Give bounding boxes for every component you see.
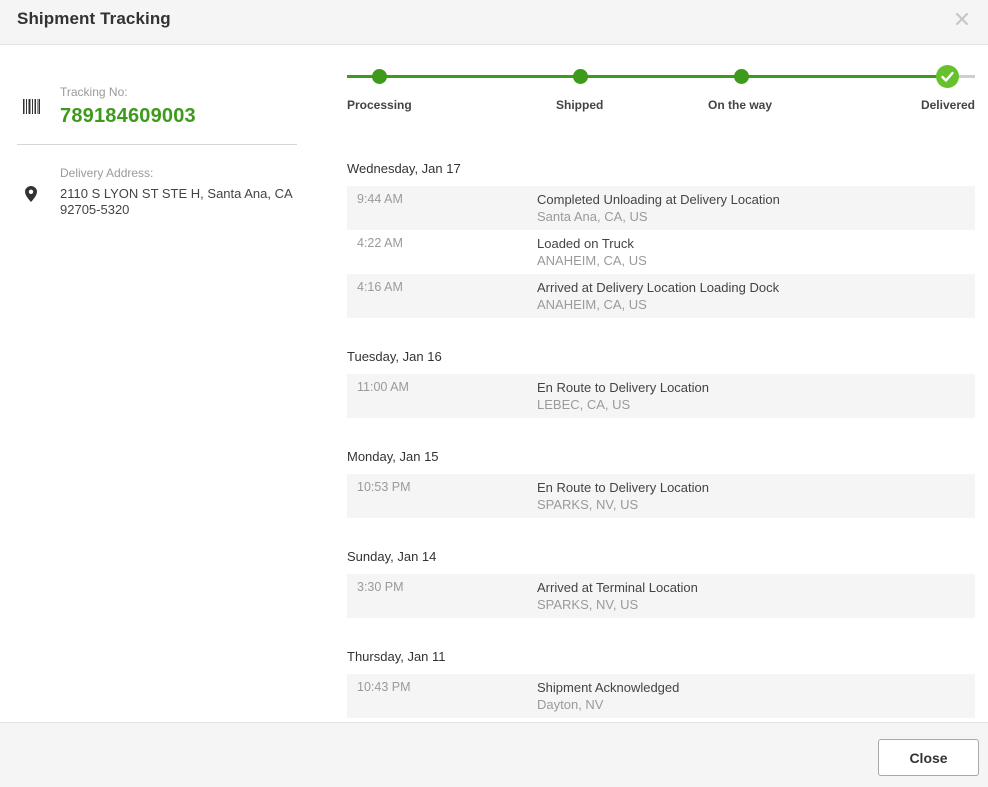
event-location: SPARKS, NV, US bbox=[537, 497, 639, 512]
progress-step-shipped-marker bbox=[572, 69, 588, 84]
timeline-day-group: Tuesday, Jan 16 11:00 AM En Route to Deliv… bbox=[347, 338, 975, 418]
progress-step-label: Delivered bbox=[920, 98, 975, 112]
timeline-event-row: 4:22 AM Loaded on Truck ANAHEIM, CA, US bbox=[347, 230, 975, 274]
event-title: En Route to Delivery Location bbox=[537, 380, 709, 395]
event-time: 10:53 PM bbox=[357, 480, 411, 494]
event-title: Shipment Acknowledged bbox=[537, 680, 680, 695]
shipment-progress-bar: Processing Shipped On the way Delivered bbox=[347, 62, 975, 112]
event-details: En Route to Delivery Location SPARKS, NV,… bbox=[537, 479, 975, 518]
event-location: ANAHEIM, CA, US bbox=[537, 253, 647, 268]
shipment-tracking-modal: Shipment Tracking Tracking No: 789184609… bbox=[0, 0, 988, 787]
timeline-date-heading: Wednesday, Jan 17 bbox=[347, 161, 461, 176]
progress-step-label: On the way bbox=[708, 98, 773, 112]
timeline-event-row: 10:53 PM En Route to Delivery Location SPA… bbox=[347, 474, 975, 518]
event-details: Loaded on Truck ANAHEIM, CA, US bbox=[537, 235, 975, 274]
event-details: Arrived at Delivery Location Loading Doc… bbox=[537, 279, 975, 318]
timeline-event-row: 10:43 PM Shipment Acknowledged Dayton, NV bbox=[347, 674, 975, 718]
timeline-event-row: 9:44 AM Completed Unloading at Delivery L… bbox=[347, 186, 975, 230]
event-title: Arrived at Terminal Location bbox=[537, 580, 698, 595]
event-details: En Route to Delivery Location LEBEC, CA, … bbox=[537, 379, 975, 418]
close-icon[interactable] bbox=[951, 8, 973, 30]
delivery-address-label: Delivery Address: bbox=[60, 166, 154, 180]
tracking-number: 789184609003 bbox=[60, 105, 196, 127]
divider bbox=[17, 144, 297, 145]
timeline-date-heading: Thursday, Jan 11 bbox=[347, 649, 446, 664]
delivery-address: 2110 S LYON ST STE H, Santa Ana, CA 9270… bbox=[60, 186, 292, 217]
timeline-event-row: 4:16 AM Arrived at Delivery Location Load… bbox=[347, 274, 975, 318]
event-title: Completed Unloading at Delivery Location bbox=[537, 192, 780, 207]
event-time: 3:30 PM bbox=[357, 580, 404, 594]
event-location: LEBEC, CA, US bbox=[537, 397, 631, 412]
modal-footer: Close bbox=[0, 722, 988, 787]
event-title: Arrived at Delivery Location Loading Doc… bbox=[537, 280, 780, 295]
progress-step-label: Shipped bbox=[556, 98, 604, 112]
map-pin-icon bbox=[25, 186, 37, 202]
event-location: Santa Ana, CA, US bbox=[537, 209, 648, 224]
progress-step-label: Processing bbox=[347, 98, 412, 112]
timeline-day-group: Monday, Jan 15 10:53 PM En Route to Delive… bbox=[347, 438, 975, 518]
barcode-icon bbox=[23, 99, 40, 114]
timeline-event-row: 3:30 PM Arrived at Terminal Location SPARK… bbox=[347, 574, 975, 618]
event-title: Loaded on Truck bbox=[537, 236, 634, 251]
timeline-day-group: Thursday, Jan 11 10:43 PM Shipment Acknowl… bbox=[347, 638, 975, 718]
timeline-date-heading: Monday, Jan 15 bbox=[347, 449, 439, 464]
event-details: Arrived at Terminal Location SPARKS, NV, … bbox=[537, 579, 975, 618]
tracking-number-label: Tracking No: bbox=[60, 85, 128, 99]
event-location: ANAHEIM, CA, US bbox=[537, 297, 647, 312]
timeline-day-group: Sunday, Jan 14 3:30 PM Arrived at Terminal… bbox=[347, 538, 975, 618]
event-time: 10:43 PM bbox=[357, 680, 411, 694]
event-time: 4:16 AM bbox=[357, 280, 403, 294]
event-title: En Route to Delivery Location bbox=[537, 480, 709, 495]
event-details: Shipment Acknowledged Dayton, NV bbox=[537, 679, 975, 718]
progress-step-processing-marker bbox=[371, 69, 387, 84]
event-location: SPARKS, NV, US bbox=[537, 597, 639, 612]
timeline-day-group: Wednesday, Jan 17 9:44 AM Completed Unload… bbox=[347, 150, 975, 318]
modal-title: Shipment Tracking bbox=[17, 9, 171, 28]
close-button[interactable]: Close bbox=[878, 739, 979, 776]
timeline-event-row: 11:00 AM En Route to Delivery Location LEB… bbox=[347, 374, 975, 418]
progress-track-fill bbox=[347, 75, 947, 78]
event-details: Completed Unloading at Delivery Location… bbox=[537, 191, 975, 230]
tracking-timeline: Wednesday, Jan 17 9:44 AM Completed Unload… bbox=[347, 150, 975, 718]
timeline-date-heading: Sunday, Jan 14 bbox=[347, 549, 437, 564]
event-location: Dayton, NV bbox=[537, 697, 604, 712]
progress-step-on-the-way-marker bbox=[733, 69, 749, 84]
check-icon bbox=[940, 71, 954, 82]
timeline-date-heading: Tuesday, Jan 16 bbox=[347, 349, 442, 364]
event-time: 11:00 AM bbox=[357, 380, 409, 394]
event-time: 4:22 AM bbox=[357, 236, 403, 250]
event-time: 9:44 AM bbox=[357, 192, 403, 206]
progress-step-delivered-marker bbox=[935, 65, 959, 88]
modal-header: Shipment Tracking bbox=[0, 0, 988, 45]
